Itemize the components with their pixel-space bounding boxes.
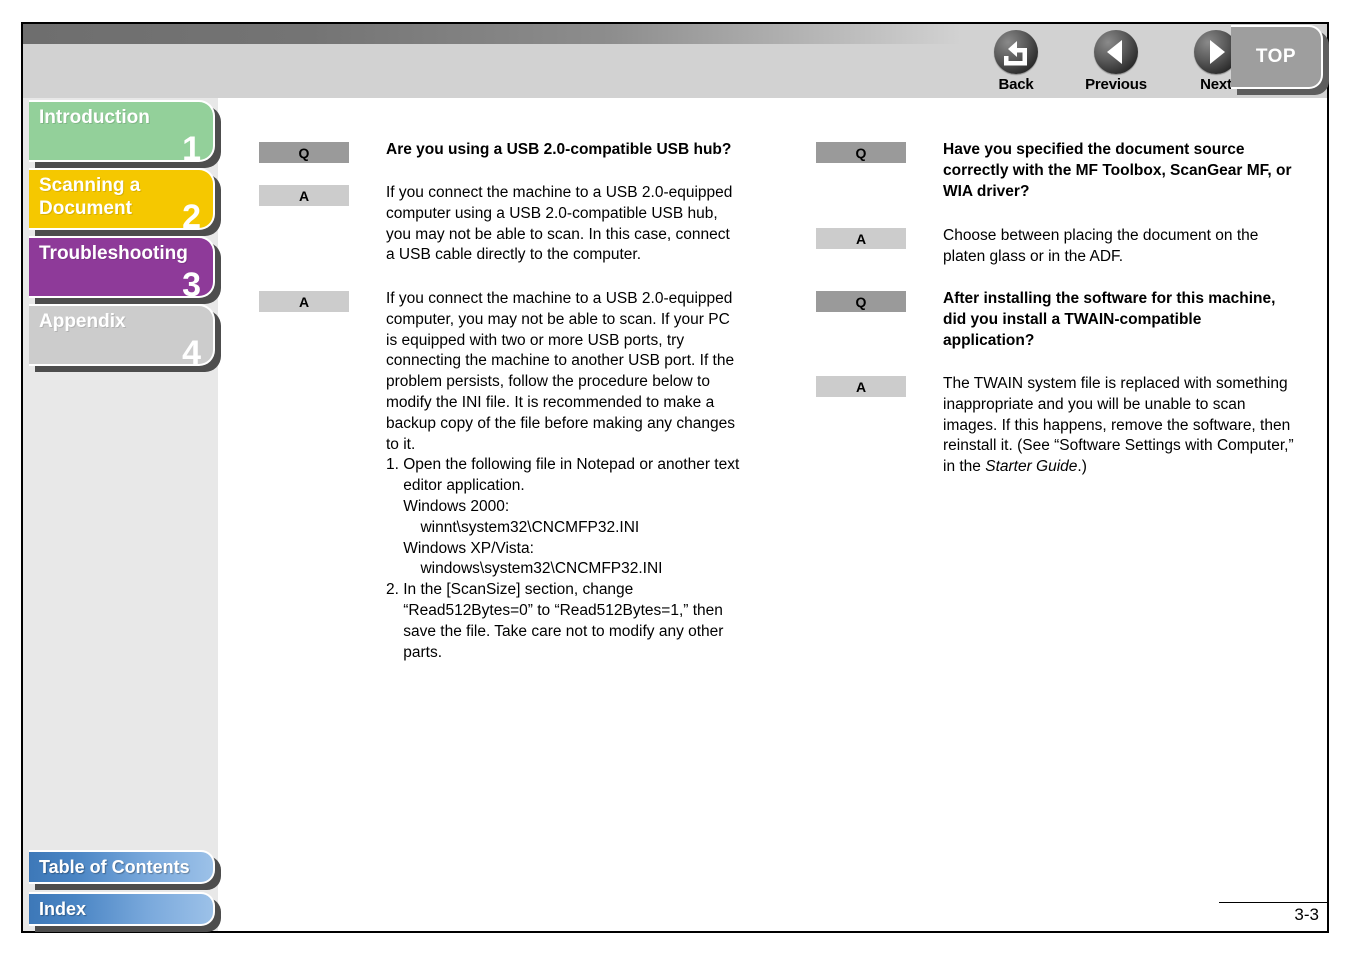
sidebar: Introduction 1 Scanning a Document 2 Trouble… <box>23 98 221 932</box>
back-button[interactable]: Back <box>985 30 1047 94</box>
plain-text: .) <box>1077 458 1087 476</box>
top-button[interactable]: TOP <box>1231 25 1329 95</box>
previous-button-label: Previous <box>1085 76 1147 93</box>
sidebar-tab-label: Appendix <box>39 311 126 332</box>
back-arrow-icon <box>994 30 1038 74</box>
page-number-rule <box>1219 902 1327 903</box>
sidebar-tab-introduction[interactable]: Introduction 1 <box>29 100 215 166</box>
question-tag: Q <box>816 142 906 163</box>
sidebar-button-table-of-contents[interactable]: Table of Contents <box>29 850 215 884</box>
previous-button[interactable]: Previous <box>1085 30 1147 94</box>
sidebar-tab-troubleshooting[interactable]: Troubleshooting 3 <box>29 236 215 302</box>
answer-tag: A <box>259 291 349 312</box>
italic-text: Starter Guide <box>985 458 1078 476</box>
back-button-label: Back <box>998 76 1034 93</box>
answer-text: The TWAIN system file is replaced with s… <box>943 374 1294 478</box>
answer-text: If you connect the machine to a USB 2.0-… <box>386 290 740 661</box>
answer-tag: A <box>816 228 906 249</box>
left-triangle-icon <box>1094 30 1138 74</box>
answer-text: If you connect the machine to a USB 2.0-… <box>386 184 733 264</box>
question-text: Have you specified the document source c… <box>943 141 1292 200</box>
sidebar-tab-number: 1 <box>182 130 201 168</box>
sidebar-tab-appendix[interactable]: Appendix 4 <box>29 304 215 370</box>
answer-text: Choose between placing the document on t… <box>943 227 1259 265</box>
document-page: Back Previous Next TOP Introduction 1 Sc… <box>0 0 1351 954</box>
sidebar-button-index[interactable]: Index <box>29 892 215 926</box>
answer-tag: A <box>259 185 349 206</box>
top-button-label: TOP <box>1255 46 1297 67</box>
top-button-face: TOP <box>1231 25 1323 89</box>
sidebar-tab-number: 3 <box>182 266 201 304</box>
sidebar-tab-label: Introduction <box>39 107 150 128</box>
sidebar-button-label: Table of Contents <box>39 857 190 877</box>
sidebar-tab-label: Troubleshooting <box>39 243 188 264</box>
page-number: 3-3 <box>1294 905 1319 924</box>
answer-tag: A <box>816 376 906 397</box>
question-tag: Q <box>259 142 349 163</box>
question-text: Are you using a USB 2.0-compatible USB h… <box>386 141 732 158</box>
sidebar-tab-label: Scanning a Document <box>39 175 141 219</box>
sidebar-tab-number: 2 <box>182 198 201 236</box>
sidebar-button-label: Index <box>39 899 87 919</box>
question-tag: Q <box>816 291 906 312</box>
sidebar-tab-scanning-a-document[interactable]: Scanning a Document 2 <box>29 168 215 234</box>
sidebar-tab-number: 4 <box>182 334 201 372</box>
navigation-buttons: Back Previous Next <box>985 30 1247 94</box>
question-text: After installing the software for this m… <box>943 290 1276 349</box>
